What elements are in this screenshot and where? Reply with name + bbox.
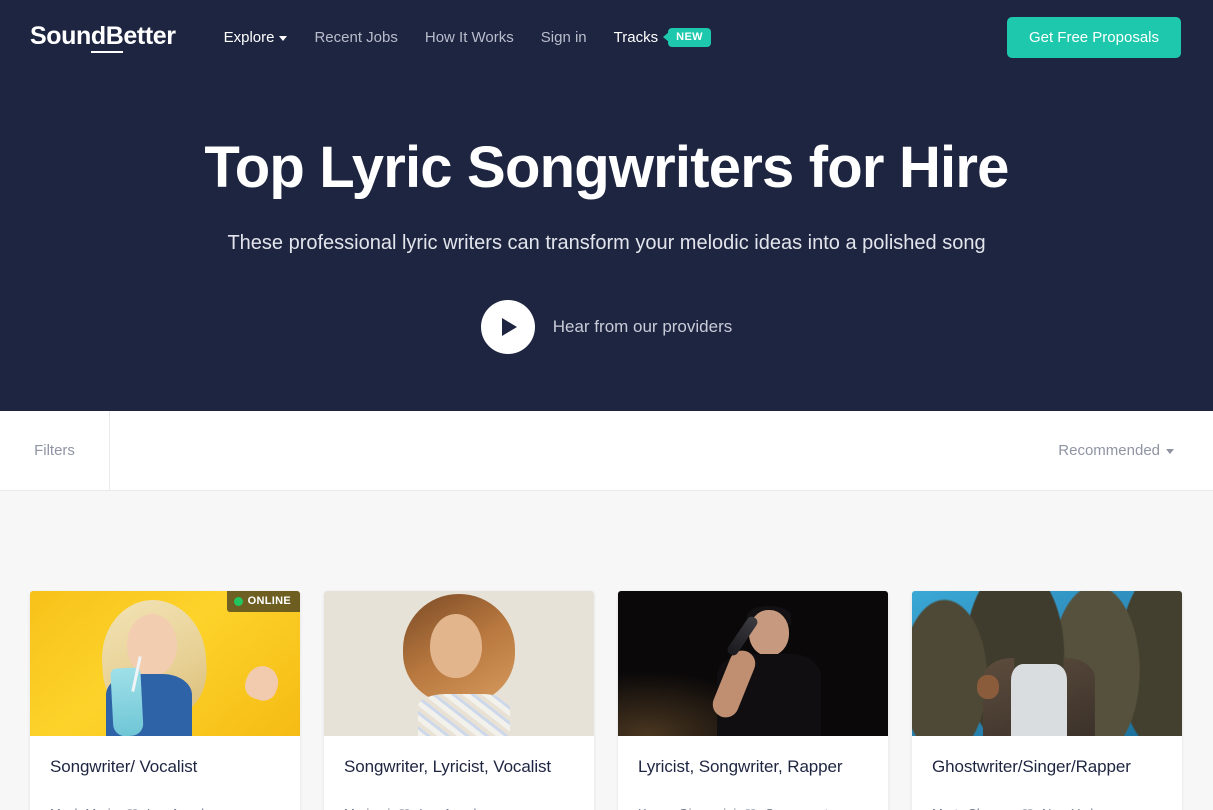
provider-location: Sacramento bbox=[765, 806, 835, 810]
filters-button[interactable]: Filters bbox=[0, 410, 110, 491]
provider-photo bbox=[324, 591, 594, 736]
provider-card-2[interactable]: Songwriter, Lyricist, Vocalist Mariami L… bbox=[324, 591, 594, 810]
new-badge: NEW bbox=[668, 27, 711, 47]
nav-item-how-it-works-label: How It Works bbox=[424, 28, 514, 46]
sort-dropdown[interactable]: Recommended bbox=[1058, 442, 1213, 459]
provider-photo bbox=[618, 591, 888, 736]
nav-item-sign-in[interactable]: Sign in bbox=[541, 30, 587, 45]
nav-item-tracks[interactable]: Tracks NEW bbox=[613, 27, 711, 47]
nav-links: Explore Recent Jobs How It Works Sign in… bbox=[224, 27, 1007, 47]
provider-location: Los Angeles bbox=[147, 806, 218, 810]
provider-photo-image bbox=[618, 591, 888, 736]
sort-dropdown-label: Recommended bbox=[1058, 442, 1160, 459]
provider-card-title: Songwriter, Lyricist, Vocalist bbox=[344, 757, 552, 776]
logo-part-1: Soun bbox=[30, 21, 91, 50]
soundbetter-logo[interactable]: SoundBetter bbox=[30, 21, 176, 53]
chevron-down-icon bbox=[1166, 449, 1174, 454]
provider-card-meta: Myah Marie Los Angeles bbox=[50, 806, 280, 810]
provider-card-body: Songwriter, Lyricist, Vocalist Mariami L… bbox=[324, 736, 594, 810]
provider-card-1[interactable]: ONLINE Songwriter/ Vocalist Myah Marie L… bbox=[30, 591, 300, 810]
filters-label: Filters bbox=[34, 442, 75, 459]
hear-from-providers-row: Hear from our providers bbox=[0, 299, 1213, 354]
hero-section: SoundBetter Explore Recent Jobs How It W… bbox=[0, 0, 1213, 411]
filter-bar: Filters Recommended bbox=[0, 410, 1213, 491]
page-subtitle: These professional lyric writers can tra… bbox=[227, 231, 986, 254]
provider-card-body: Lyricist, Songwriter, Rapper Kenny Giaco… bbox=[618, 736, 888, 810]
provider-photo-image bbox=[30, 591, 300, 736]
provider-card-meta: Merty Shango New York bbox=[932, 806, 1162, 810]
provider-name: Mariami bbox=[344, 806, 390, 810]
results-section: ONLINE Songwriter/ Vocalist Myah Marie L… bbox=[0, 491, 1213, 810]
nav-item-recent-jobs-label: Recent Jobs bbox=[314, 28, 398, 46]
provider-photo bbox=[912, 591, 1182, 736]
logo-part-2: etter bbox=[123, 21, 176, 50]
provider-card-body: Ghostwriter/Singer/Rapper Merty Shango N… bbox=[912, 736, 1182, 810]
provider-card-title: Lyricist, Songwriter, Rapper bbox=[638, 757, 843, 776]
nav-item-explore-label: Explore bbox=[223, 28, 275, 46]
provider-location: Los Angeles bbox=[419, 806, 490, 810]
provider-card-4[interactable]: Ghostwriter/Singer/Rapper Merty Shango N… bbox=[912, 591, 1182, 810]
nav-item-recent-jobs[interactable]: Recent Jobs bbox=[314, 30, 397, 45]
provider-photo-image bbox=[324, 591, 594, 736]
online-status-badge: ONLINE bbox=[226, 591, 300, 612]
play-button[interactable] bbox=[480, 299, 535, 354]
provider-card-title: Songwriter/ Vocalist bbox=[50, 757, 198, 776]
online-dot-icon bbox=[233, 597, 243, 606]
nav-item-how-it-works[interactable]: How It Works bbox=[425, 30, 514, 45]
online-status-label: ONLINE bbox=[247, 595, 291, 607]
get-free-proposals-button[interactable]: Get Free Proposals bbox=[1006, 16, 1181, 58]
main-navbar: SoundBetter Explore Recent Jobs How It W… bbox=[0, 0, 1213, 74]
chevron-down-icon bbox=[279, 35, 288, 41]
provider-card-meta: Mariami Los Angeles bbox=[344, 806, 574, 810]
play-icon bbox=[502, 317, 518, 336]
nav-item-tracks-label: Tracks bbox=[613, 28, 659, 46]
provider-photo-image bbox=[912, 591, 1182, 736]
provider-card-grid: ONLINE Songwriter/ Vocalist Myah Marie L… bbox=[30, 491, 1183, 810]
provider-card-title: Ghostwriter/Singer/Rapper bbox=[932, 757, 1131, 776]
nav-item-sign-in-label: Sign in bbox=[540, 28, 587, 46]
provider-card-meta: Kenny Giacomini Sacramento bbox=[638, 806, 868, 810]
provider-name: Myah Marie bbox=[50, 806, 118, 810]
hear-from-providers-label[interactable]: Hear from our providers bbox=[553, 317, 733, 337]
page-title: Top Lyric Songwriters for Hire bbox=[204, 135, 1009, 200]
logo-part-underlined: dB bbox=[90, 21, 124, 53]
provider-name: Kenny Giacomini bbox=[638, 806, 736, 810]
hero-body: Top Lyric Songwriters for Hire These pro… bbox=[0, 74, 1213, 354]
provider-photo: ONLINE bbox=[30, 591, 300, 736]
provider-location: New York bbox=[1042, 806, 1097, 810]
provider-name: Merty Shango bbox=[932, 806, 1013, 810]
provider-card-body: Songwriter/ Vocalist Myah Marie Los Ange… bbox=[30, 736, 300, 810]
nav-item-explore[interactable]: Explore bbox=[224, 30, 288, 45]
provider-card-3[interactable]: Lyricist, Songwriter, Rapper Kenny Giaco… bbox=[618, 591, 888, 810]
